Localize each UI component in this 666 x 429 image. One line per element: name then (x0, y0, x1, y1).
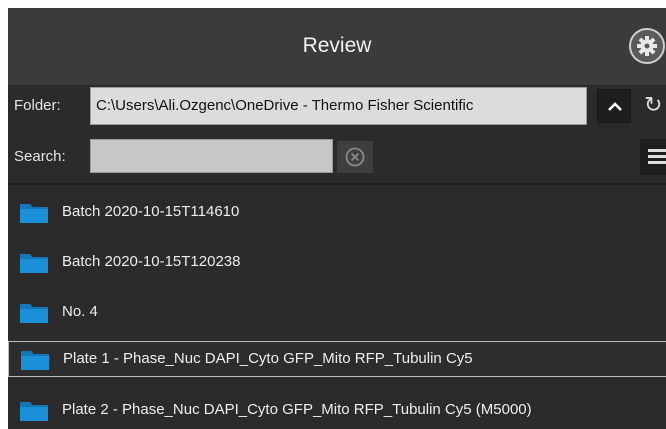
list-item-label: Plate 2 - Phase_Nuc DAPI_Cyto GFP_Mito R… (62, 401, 532, 418)
clear-circle-icon (345, 147, 365, 167)
list-item-label: Plate 1 - Phase_Nuc DAPI_Cyto GFP_Mito R… (63, 350, 473, 367)
chevron-up-icon (608, 102, 622, 111)
folder-label: Folder: (14, 97, 61, 114)
refresh-icon: ↻ (644, 92, 663, 117)
list-item-label: No. 4 (62, 303, 98, 320)
folder-icon (20, 254, 48, 273)
navigate-up-button[interactable] (597, 89, 631, 123)
gear-icon (637, 36, 657, 56)
folder-path-field[interactable]: C:\Users\Ali.Ozgenc\OneDrive - Thermo Fi… (90, 87, 587, 125)
folder-icon (20, 304, 48, 323)
list-item-label: Batch 2020-10-15T120238 (62, 253, 241, 270)
refresh-button[interactable]: ↻ (644, 92, 662, 118)
header-bar: Review (8, 8, 666, 85)
list-item-label: Batch 2020-10-15T114610 (62, 203, 240, 220)
review-panel: Review Folder: C:\Users\Ali.Ozgenc\OneDr… (8, 8, 666, 429)
list-item[interactable]: Batch 2020-10-15T114610 (8, 195, 666, 229)
page-title: Review (302, 34, 372, 57)
settings-button[interactable] (629, 28, 665, 64)
list-item[interactable]: Plate 2 - Phase_Nuc DAPI_Cyto GFP_Mito R… (8, 393, 666, 427)
search-label: Search: (14, 148, 66, 165)
menu-button[interactable] (640, 139, 666, 175)
folder-icon (20, 402, 48, 421)
list-item[interactable]: Batch 2020-10-15T120238 (8, 245, 666, 279)
folder-icon (20, 204, 48, 223)
clear-search-button[interactable] (337, 141, 373, 173)
divider (8, 183, 666, 185)
list-item[interactable]: No. 4 (8, 295, 666, 329)
list-item-selected[interactable]: Plate 1 - Phase_Nuc DAPI_Cyto GFP_Mito R… (8, 341, 666, 377)
search-input[interactable] (90, 139, 333, 173)
folder-icon (21, 351, 49, 370)
